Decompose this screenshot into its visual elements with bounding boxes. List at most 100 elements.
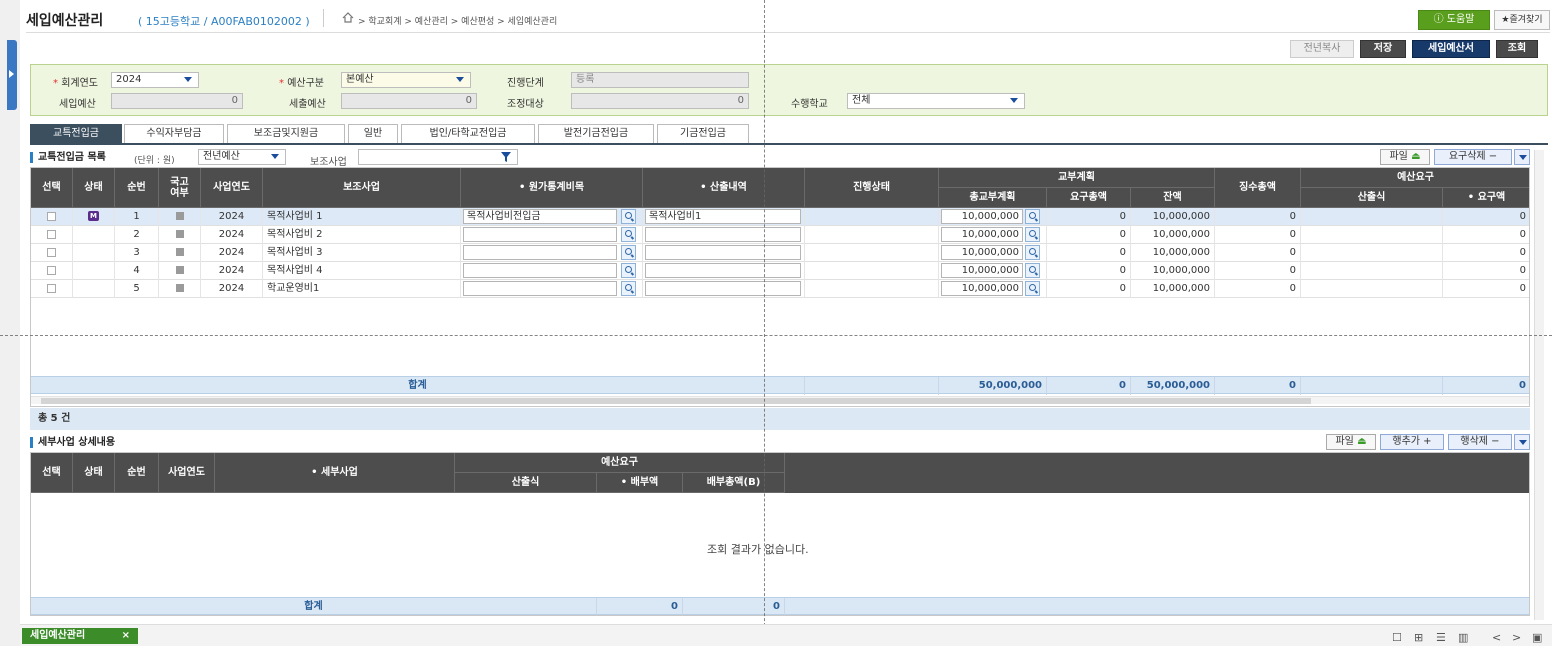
tab-fund-transfer[interactable]: 기금전입금 [657, 124, 749, 144]
total-plan-input[interactable]: 10,000,000 [941, 281, 1023, 296]
tab-beneficiary[interactable]: 수익자부담금 [124, 124, 224, 144]
tab-education-transfer[interactable]: 교특전입금 [30, 124, 122, 144]
calc-input[interactable] [645, 227, 801, 242]
search-icon[interactable] [621, 281, 636, 296]
row-formula[interactable] [1301, 280, 1443, 298]
scroll-thumb[interactable] [41, 398, 1311, 404]
prev-budget-select[interactable]: 전년예산 [198, 149, 286, 165]
delete-request-button[interactable]: 요구삭제 − [1434, 149, 1512, 165]
total-plan-cell: 10,000,000 [939, 226, 1047, 244]
file-button[interactable]: 파일 ⏏ [1326, 434, 1376, 450]
search-icon[interactable] [1025, 209, 1040, 224]
table-row[interactable]: 5 2024 학교운영비1 10,000,000 0 10,000,000 0 0 [31, 280, 1529, 298]
search-icon[interactable] [1025, 245, 1040, 260]
help-button[interactable]: ⓘ 도움말 [1418, 10, 1490, 30]
grid-menu-button[interactable] [1514, 149, 1530, 165]
fiscal-year-select[interactable]: 2024 [111, 72, 199, 88]
vertical-scrollbar[interactable] [1534, 150, 1544, 620]
search-icon[interactable] [1025, 263, 1040, 278]
stat-item-input[interactable] [463, 263, 617, 278]
open-tab[interactable]: 세입예산관리 × [22, 628, 138, 644]
tab-corporate-transfer[interactable]: 법인/타학교전입금 [401, 124, 535, 144]
table-row[interactable]: 4 2024 목적사업비 4 10,000,000 0 10,000,000 0 0 [31, 262, 1529, 280]
layout-columns-icon[interactable]: ▥ [1458, 631, 1468, 644]
total-plan-input[interactable]: 10,000,000 [941, 245, 1023, 260]
calc-input[interactable] [645, 281, 801, 296]
search-button[interactable]: 조회 [1496, 40, 1538, 58]
header-national: 국고여부 [159, 168, 201, 208]
home-icon[interactable] [342, 12, 354, 23]
row-request-amt[interactable]: 0 [1443, 244, 1529, 262]
chevron-down-icon [184, 77, 192, 82]
stat-item-input[interactable] [463, 245, 617, 260]
row-formula[interactable] [1301, 226, 1443, 244]
total-plan-input[interactable]: 10,000,000 [941, 263, 1023, 278]
row-checkbox[interactable] [31, 262, 73, 280]
search-icon[interactable] [621, 263, 636, 278]
save-button[interactable]: 저장 [1360, 40, 1406, 58]
header-grant-plan: 교부계획 [939, 168, 1215, 188]
layout-single-icon[interactable]: ☐ [1392, 631, 1402, 644]
window-menu-icon[interactable]: ▣ [1532, 631, 1542, 644]
detail-grid: 선택 상태 순번 사업연도 • 세부사업 예산요구 산출식 • 배부액 배부총액… [30, 452, 1530, 616]
row-request-amt[interactable]: 0 [1443, 226, 1529, 244]
row-request-amt[interactable]: 0 [1443, 262, 1529, 280]
chevron-right-icon[interactable]: > [1512, 631, 1521, 644]
tab-subsidy[interactable]: 보조금및지원금 [227, 124, 345, 144]
file-button[interactable]: 파일 ⏏ [1380, 149, 1430, 165]
grid-menu-button[interactable] [1514, 434, 1530, 450]
row-request-amt[interactable]: 0 [1443, 280, 1529, 298]
horizontal-scrollbar[interactable] [31, 396, 1529, 404]
budget-type-select[interactable]: 본예산 [341, 72, 471, 88]
search-icon[interactable] [1025, 281, 1040, 296]
stat-item-input[interactable] [463, 227, 617, 242]
favorites-button[interactable]: ★즐겨찾기 [1494, 10, 1550, 30]
stat-item-input[interactable]: 목적사업비전입금 [463, 209, 617, 224]
side-panel-toggle[interactable] [7, 40, 17, 110]
sub-project-label: 보조사업 [310, 157, 347, 168]
close-icon[interactable]: × [122, 628, 130, 644]
row-year: 2024 [201, 244, 263, 262]
row-checkbox[interactable] [31, 244, 73, 262]
sub-project-filter[interactable] [358, 149, 518, 165]
table-row[interactable]: 3 2024 목적사업비 3 10,000,000 0 10,000,000 0 0 [31, 244, 1529, 262]
row-request-amt[interactable]: 0 [1443, 208, 1529, 226]
row-formula[interactable] [1301, 262, 1443, 280]
row-checkbox[interactable] [31, 208, 73, 226]
copy-previous-button[interactable]: 전년복사 [1290, 40, 1354, 58]
stat-item-input[interactable] [463, 281, 617, 296]
school-select[interactable]: 전체 [847, 93, 1025, 109]
table-row[interactable]: 2 2024 목적사업비 2 10,000,000 0 10,000,000 0 0 [31, 226, 1529, 244]
header-total-plan: 총교부계획 [939, 188, 1047, 208]
budget-list-grid: 선택 상태 순번 국고여부 사업연도 보조사업 • 원가통계비목 • 산출내역 … [30, 167, 1530, 407]
calc-input[interactable]: 목적사업비1 [645, 209, 801, 224]
table-row[interactable]: M 1 2024 목적사업비 1 목적사업비전입금 목적사업비1 10,000,000 0 10… [31, 208, 1529, 226]
budget-doc-button[interactable]: 세입예산서 [1412, 40, 1490, 58]
row-formula[interactable] [1301, 208, 1443, 226]
search-icon[interactable] [621, 227, 636, 242]
search-icon[interactable] [621, 209, 636, 224]
layout-grid-icon[interactable]: ⊞ [1414, 631, 1423, 644]
search-icon[interactable] [1025, 227, 1040, 242]
search-icon[interactable] [621, 245, 636, 260]
row-checkbox[interactable] [31, 280, 73, 298]
filter-icon[interactable] [500, 151, 512, 163]
tab-general[interactable]: 일반 [348, 124, 398, 144]
calc-input[interactable] [645, 263, 801, 278]
tab-development-fund[interactable]: 발전기금전입금 [538, 124, 654, 144]
national-flag [159, 280, 201, 298]
page-title: 세입예산관리 [26, 13, 104, 29]
sum-collected: 0 [1215, 377, 1301, 395]
total-plan-input[interactable]: 10,000,000 [941, 209, 1023, 224]
row-formula[interactable] [1301, 244, 1443, 262]
delete-row-button[interactable]: 행삭제 − [1448, 434, 1512, 450]
total-plan-input[interactable]: 10,000,000 [941, 227, 1023, 242]
chevron-left-icon[interactable]: < [1492, 631, 1501, 644]
layout-rows-icon[interactable]: ☰ [1436, 631, 1446, 644]
calc-input[interactable] [645, 245, 801, 260]
row-collected: 0 [1215, 208, 1301, 226]
header-year: 사업연도 [201, 168, 263, 208]
breadcrumb: > 학교회계 > 예산관리 > 예산편성 > 세입예산관리 [358, 17, 558, 27]
row-checkbox[interactable] [31, 226, 73, 244]
add-row-button[interactable]: 행추가 + [1380, 434, 1444, 450]
